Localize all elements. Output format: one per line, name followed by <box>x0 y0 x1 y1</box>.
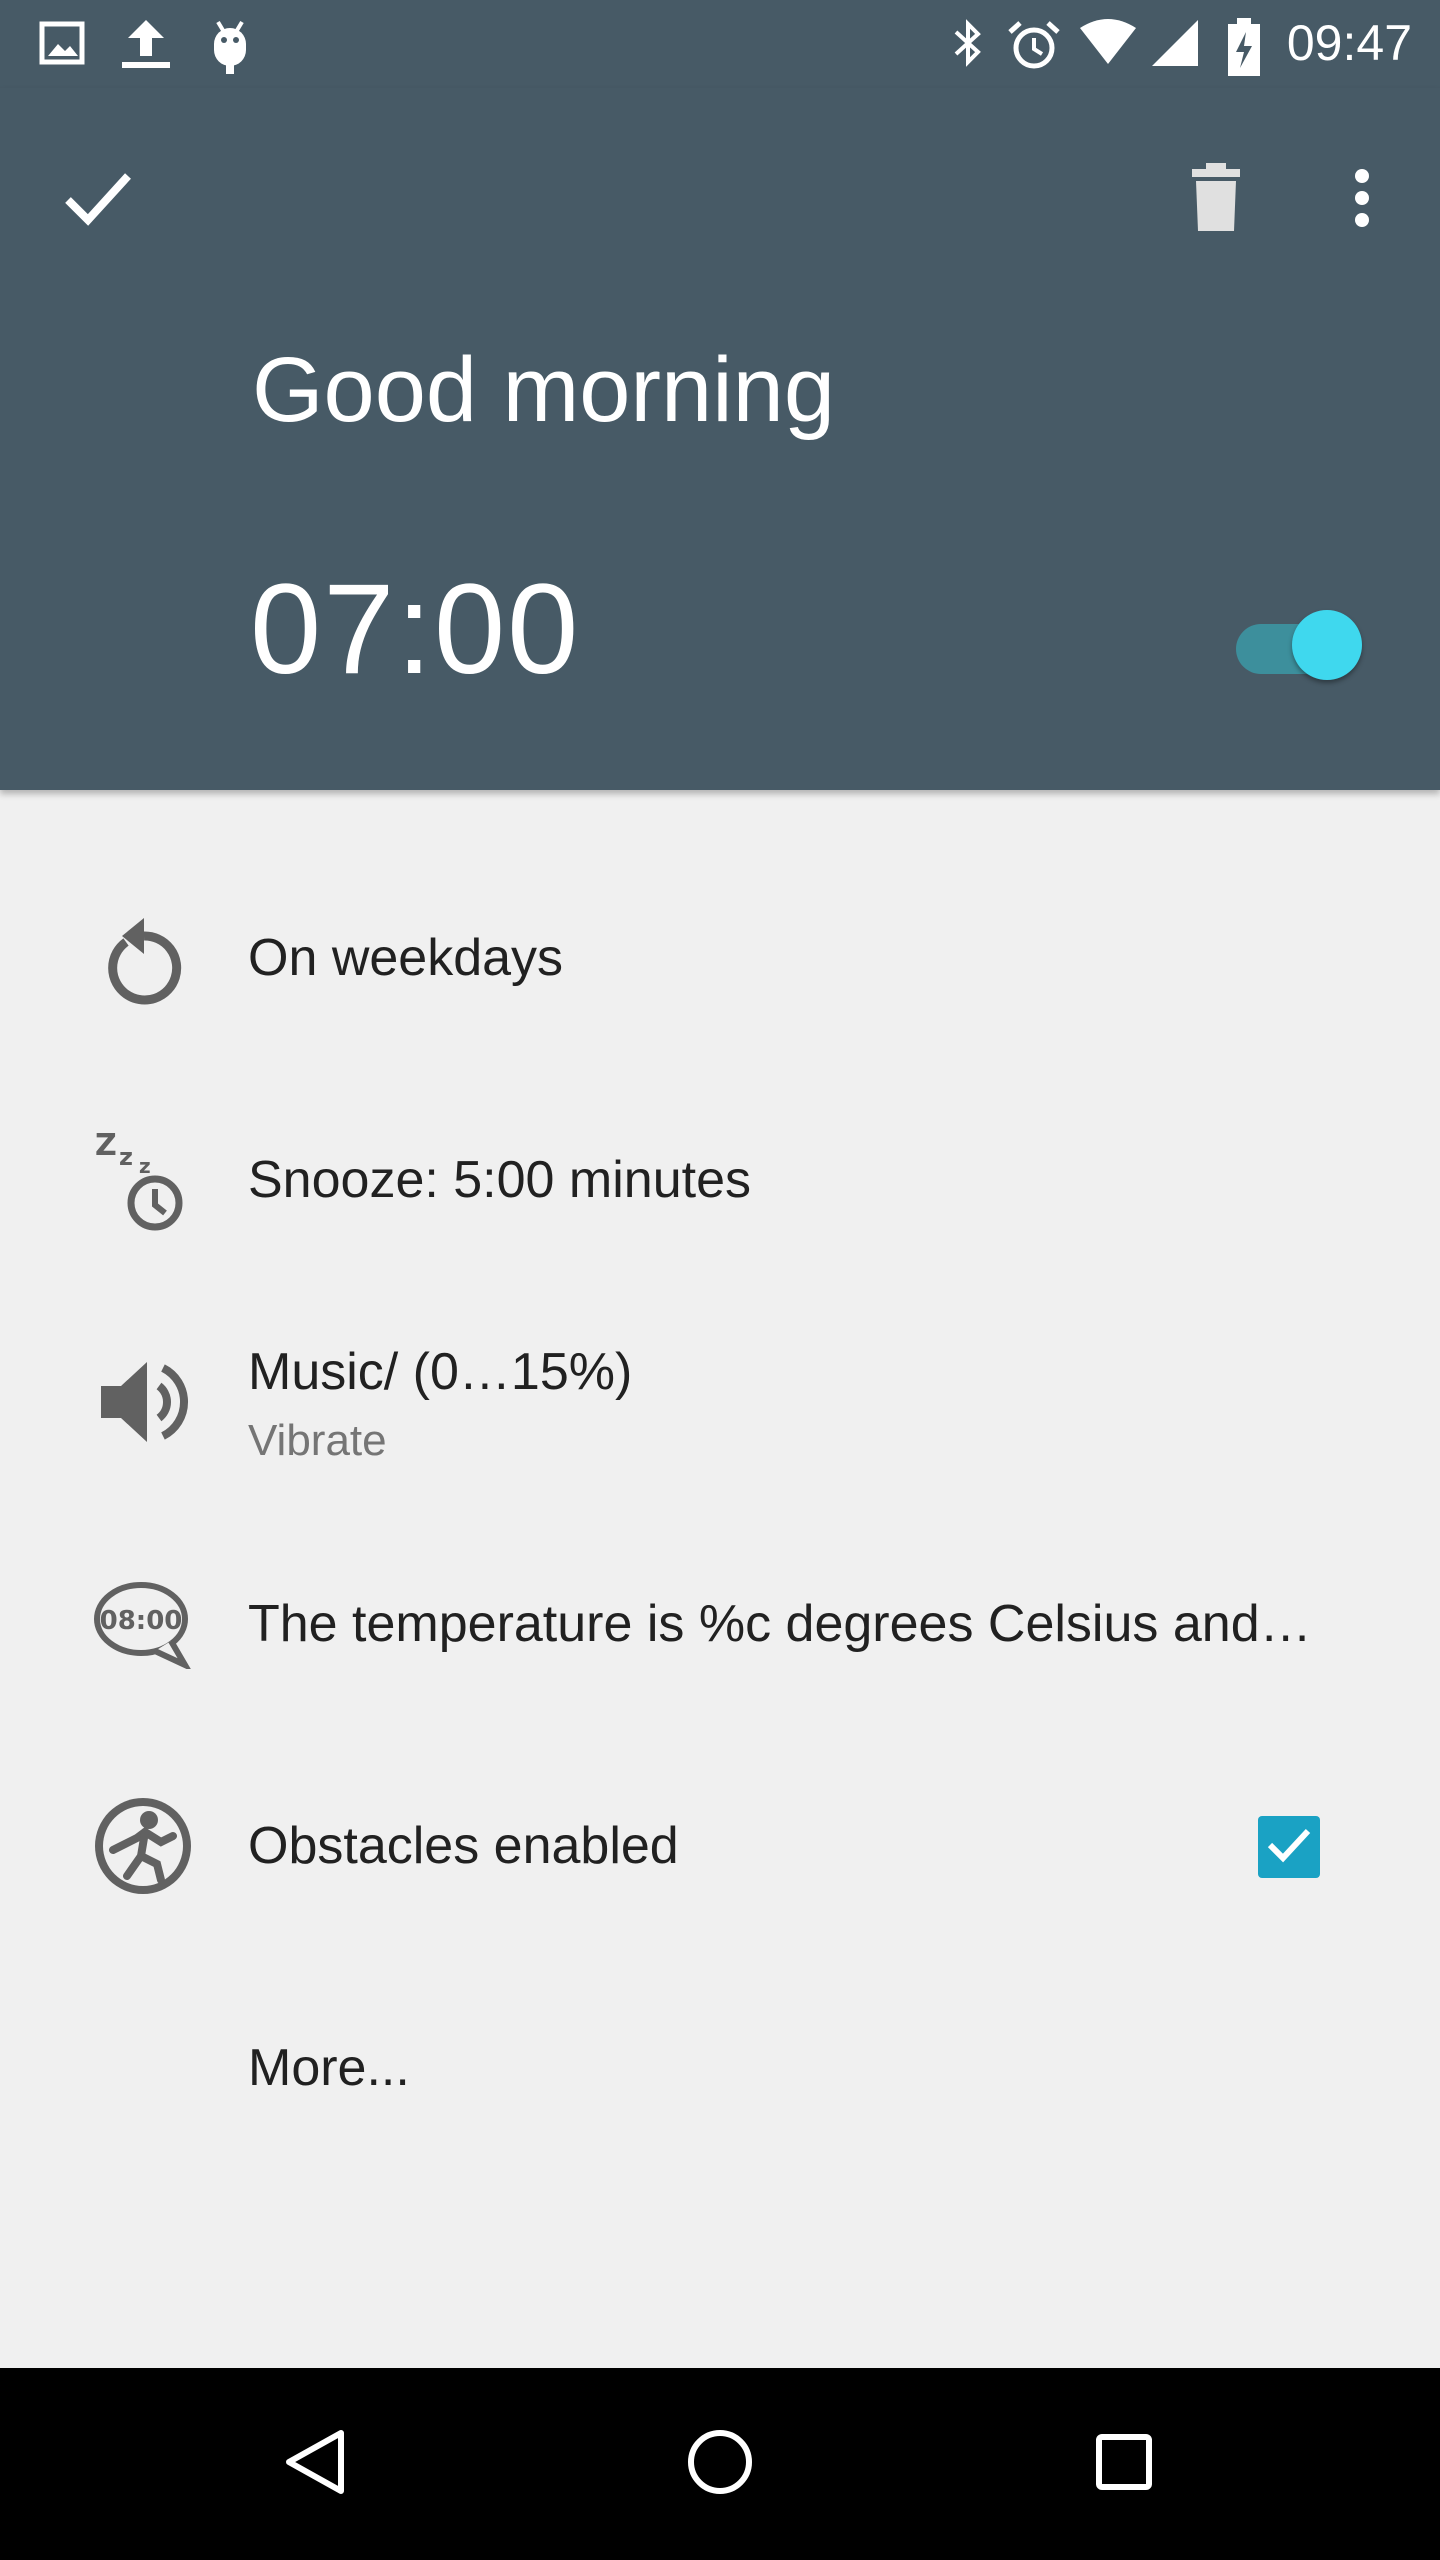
upload-icon <box>116 18 170 70</box>
svg-text:08:00: 08:00 <box>100 1606 183 1636</box>
obstacles-checkbox[interactable] <box>1258 1816 1320 1878</box>
alarm-enabled-toggle[interactable] <box>1234 602 1364 692</box>
home-icon <box>685 2427 755 2502</box>
obstacles-row[interactable]: Obstacles enabled <box>0 1736 1440 1958</box>
alarm-header: Good morning 07:00 <box>0 88 1440 790</box>
clock-time: 09:47 <box>1286 15 1412 71</box>
sound-label: Music/ (0…15%) <box>248 1343 633 1401</box>
sound-row[interactable]: Music/ (0…15%) Vibrate <box>0 1292 1440 1514</box>
android-icon <box>204 18 256 74</box>
battery-icon <box>1224 18 1276 76</box>
trash-icon <box>1188 162 1244 238</box>
svg-text:z: z <box>119 1143 133 1171</box>
recents-button[interactable] <box>1068 2408 1180 2520</box>
toggle-thumb <box>1292 610 1362 680</box>
wifi-icon <box>1078 18 1136 70</box>
navigation-bar <box>0 2368 1440 2560</box>
alarm-time[interactable]: 07:00 <box>250 556 580 703</box>
speech-label: The temperature is %c degrees Celsius an… <box>248 1595 1312 1653</box>
repeat-label: On weekdays <box>248 929 564 987</box>
alarm-name[interactable]: Good morning <box>252 338 835 443</box>
speech-bubble-icon: 08:00 <box>88 1569 198 1679</box>
obstacle-icon <box>88 1791 198 1901</box>
bluetooth-icon <box>942 18 994 70</box>
speech-row[interactable]: 08:00 The temperature is %c degrees Cels… <box>0 1514 1440 1736</box>
image-icon <box>38 18 90 70</box>
repeat-icon <box>88 903 198 1013</box>
home-button[interactable] <box>664 2408 776 2520</box>
snooze-row[interactable]: Z z z Snooze: 5:00 minutes <box>0 1070 1440 1292</box>
sound-sublabel: Vibrate <box>248 1416 387 1465</box>
obstacles-label: Obstacles enabled <box>248 1817 679 1875</box>
check-icon <box>62 168 134 233</box>
more-row[interactable]: More... <box>0 1958 1440 2180</box>
signal-icon <box>1150 18 1202 70</box>
confirm-button[interactable] <box>50 152 146 248</box>
delete-button[interactable] <box>1168 152 1264 248</box>
snooze-label: Snooze: 5:00 minutes <box>248 1151 751 1209</box>
more-label: More... <box>248 2039 410 2097</box>
svg-text:Z: Z <box>95 1128 117 1163</box>
check-icon <box>1266 1825 1312 1870</box>
more-vert-icon <box>1352 168 1372 233</box>
back-icon <box>281 2427 351 2502</box>
snooze-icon: Z z z <box>88 1125 198 1235</box>
volume-icon <box>88 1347 198 1457</box>
overflow-menu-button[interactable] <box>1314 152 1410 248</box>
repeat-row[interactable]: On weekdays <box>0 848 1440 1070</box>
recents-icon <box>1094 2432 1154 2497</box>
status-bar: 09:47 <box>0 0 1440 88</box>
alarm-clock-icon <box>1006 18 1060 70</box>
svg-text:z: z <box>139 1154 151 1178</box>
back-button[interactable] <box>260 2408 372 2520</box>
